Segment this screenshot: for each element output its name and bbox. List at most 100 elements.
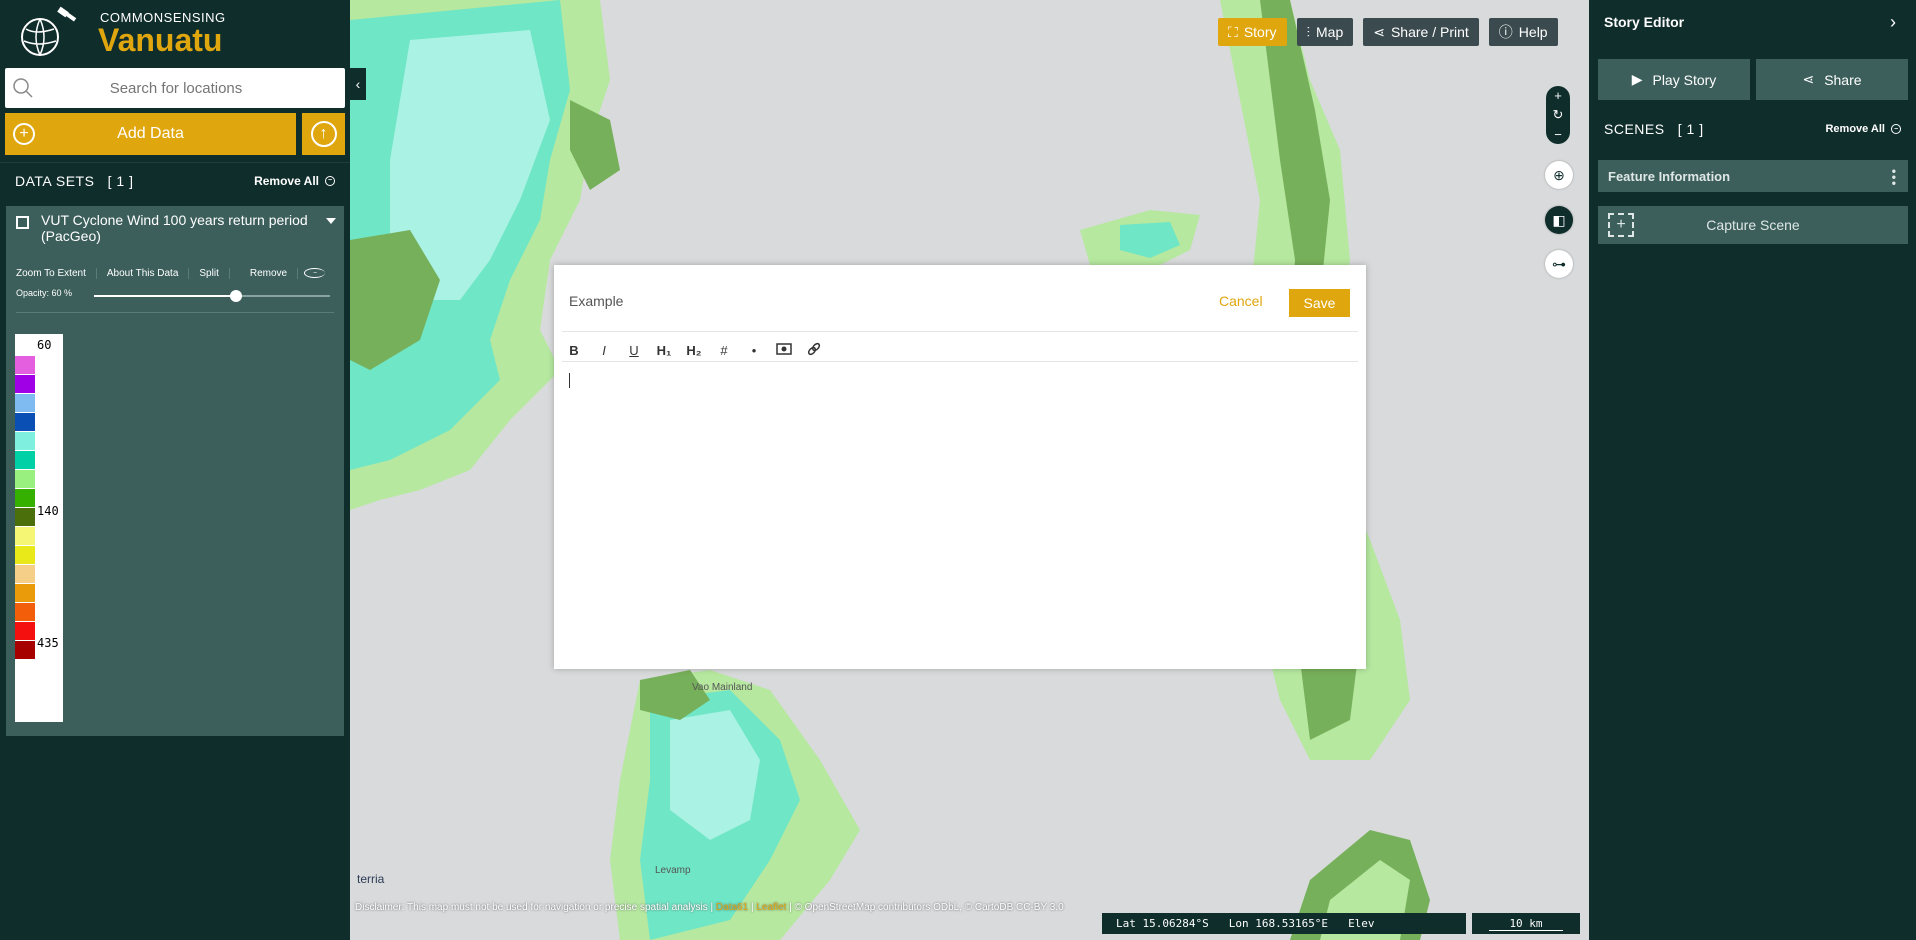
heading2-button[interactable]: H₂ bbox=[686, 343, 702, 358]
legend: 60 140 435 bbox=[15, 334, 63, 722]
text-editor-area[interactable] bbox=[569, 373, 570, 388]
save-button[interactable]: Save bbox=[1289, 289, 1350, 317]
about-this-data-button[interactable]: About This Data bbox=[97, 267, 190, 279]
zoom-to-extent-button[interactable]: Zoom To Extent bbox=[6, 267, 97, 279]
image-icon[interactable] bbox=[776, 342, 792, 359]
share-print-button[interactable]: ⋖ Share / Print bbox=[1363, 18, 1479, 46]
legend-swatch bbox=[15, 641, 35, 659]
scenes-header: SCENES [ 1 ] bbox=[1604, 121, 1704, 137]
legend-swatch bbox=[15, 584, 35, 602]
scene-editor-modal: Example Cancel Save B I U H₁ H₂ # • bbox=[554, 265, 1366, 669]
zoom-control: + ↻ − bbox=[1546, 86, 1570, 144]
capture-icon: + bbox=[1608, 213, 1634, 237]
legend-swatch bbox=[15, 375, 35, 393]
play-story-button[interactable]: ▶ Play Story bbox=[1598, 59, 1750, 100]
split-compare-button[interactable]: ◧ bbox=[1545, 206, 1573, 234]
minus-circle-icon: − bbox=[325, 175, 335, 186]
globe-satellite-logo-icon bbox=[12, 5, 80, 61]
legend-swatch bbox=[15, 546, 35, 564]
map-settings-button[interactable]: ⫶ Map bbox=[1296, 18, 1354, 46]
dataset-card: VUT Cyclone Wind 100 years return period… bbox=[6, 206, 344, 736]
upload-icon: ↑ bbox=[310, 121, 337, 147]
underline-button[interactable]: U bbox=[626, 343, 642, 358]
heading1-button[interactable]: H₁ bbox=[656, 343, 672, 358]
terria-logo[interactable]: terria bbox=[357, 872, 384, 886]
remove-button[interactable]: Remove − bbox=[230, 267, 335, 279]
story-button[interactable]: ⛶ Story bbox=[1218, 18, 1287, 46]
chevron-right-icon[interactable]: › bbox=[1890, 12, 1896, 33]
italic-button[interactable]: I bbox=[596, 343, 612, 358]
legend-swatch bbox=[15, 432, 35, 450]
search-input[interactable] bbox=[41, 79, 345, 97]
play-icon: ▶ bbox=[1631, 71, 1643, 87]
link-icon[interactable] bbox=[806, 341, 822, 360]
place-label: Vao Mainland bbox=[692, 682, 753, 693]
workbench-panel: COMMONSENSING Vanuatu + Add Data ↑ DATA … bbox=[0, 0, 350, 940]
remove-all-scenes-button[interactable]: Remove All − bbox=[1825, 123, 1901, 135]
datasets-header: DATA SETS [ 1 ] Remove All − bbox=[0, 162, 350, 198]
collapse-panel-button[interactable]: ‹ bbox=[350, 68, 366, 100]
location-search[interactable] bbox=[5, 68, 345, 108]
datasets-count: [ 1 ] bbox=[107, 172, 134, 189]
zoom-in-icon[interactable]: + bbox=[1554, 88, 1562, 103]
location-readout: Lat 15.06284°S Lon 168.53165°E Elev bbox=[1102, 913, 1466, 934]
chevron-left-icon: ‹ bbox=[355, 76, 361, 92]
help-label: Help bbox=[1518, 24, 1548, 40]
data61-link[interactable]: Data61 bbox=[716, 902, 748, 913]
separator: | bbox=[750, 902, 754, 913]
share-print-label: Share / Print bbox=[1390, 24, 1469, 40]
legend-label: 140 bbox=[37, 504, 59, 518]
legend-swatch bbox=[15, 413, 35, 431]
map-top-toolbar: ⛶ Story ⫶ Map ⋖ Share / Print ⓘ Help bbox=[1218, 18, 1558, 46]
scene-item[interactable]: Feature Information • • • bbox=[1598, 160, 1908, 192]
search-icon bbox=[5, 77, 41, 99]
crosshair-icon: ⊕ bbox=[1553, 166, 1565, 183]
ruler-icon: ⊶ bbox=[1552, 255, 1566, 272]
measure-tool-button[interactable]: ⊶ bbox=[1545, 250, 1573, 278]
datasets-title: DATA SETS bbox=[15, 172, 95, 189]
minus-circle-icon: − bbox=[304, 268, 326, 278]
add-data-button[interactable]: + Add Data bbox=[5, 113, 296, 155]
scale-label: 10 km bbox=[1489, 917, 1563, 931]
story-label: Story bbox=[1243, 24, 1277, 40]
leaflet-link[interactable]: Leaflet bbox=[756, 902, 786, 913]
zoom-out-icon[interactable]: − bbox=[1554, 127, 1562, 142]
brand-title: Vanuatu bbox=[98, 22, 223, 58]
opacity-slider-handle[interactable] bbox=[229, 290, 242, 302]
upload-button[interactable]: ↑ bbox=[302, 113, 345, 155]
bold-button[interactable]: B bbox=[566, 343, 582, 358]
distance-scale: 10 km bbox=[1472, 913, 1580, 934]
legend-swatch bbox=[15, 565, 35, 583]
opacity-slider-fill bbox=[94, 295, 236, 297]
bullet-list-button[interactable]: • bbox=[746, 343, 762, 358]
capture-scene-label: Capture Scene bbox=[1706, 217, 1800, 233]
capture-scene-button[interactable]: + Capture Scene bbox=[1598, 206, 1908, 244]
story-icon: ⛶ bbox=[1228, 23, 1238, 40]
more-vertical-icon[interactable]: • • • bbox=[1892, 165, 1896, 189]
numbered-list-button[interactable]: # bbox=[716, 343, 732, 358]
brand-logo[interactable]: COMMONSENSING Vanuatu bbox=[12, 4, 225, 62]
legend-swatch bbox=[15, 603, 35, 621]
latitude: Lat 15.06284°S bbox=[1116, 917, 1209, 930]
remove-all-datasets-button[interactable]: Remove All − bbox=[254, 174, 335, 188]
cancel-button[interactable]: Cancel bbox=[1219, 293, 1263, 309]
scenes-count: [ 1 ] bbox=[1677, 121, 1704, 137]
split-button[interactable]: Split bbox=[189, 267, 230, 279]
my-location-button[interactable]: ⊕ bbox=[1545, 161, 1573, 189]
help-button[interactable]: ⓘ Help bbox=[1488, 18, 1558, 46]
editor-toolbar: B I U H₁ H₂ # • bbox=[566, 338, 822, 362]
scene-title-input[interactable]: Example bbox=[569, 293, 623, 309]
divider bbox=[562, 331, 1358, 332]
map-label: Map bbox=[1316, 24, 1344, 40]
disclaimer-text: Disclaimer: This map must not be used fo… bbox=[355, 902, 714, 913]
dataset-actions: Zoom To Extent About This Data Split Rem… bbox=[6, 261, 344, 285]
opacity-slider[interactable] bbox=[94, 290, 330, 302]
sliders-icon: ⫶ bbox=[1306, 23, 1311, 40]
dataset-title[interactable]: VUT Cyclone Wind 100 years return period… bbox=[41, 212, 320, 244]
share-story-button[interactable]: ⋖ Share bbox=[1756, 59, 1908, 100]
chevron-down-icon[interactable] bbox=[326, 218, 336, 224]
legend-swatch bbox=[15, 451, 35, 469]
dataset-visibility-checkbox[interactable] bbox=[16, 216, 29, 229]
refresh-icon[interactable]: ↻ bbox=[1553, 107, 1564, 123]
legend-swatch bbox=[15, 356, 35, 374]
